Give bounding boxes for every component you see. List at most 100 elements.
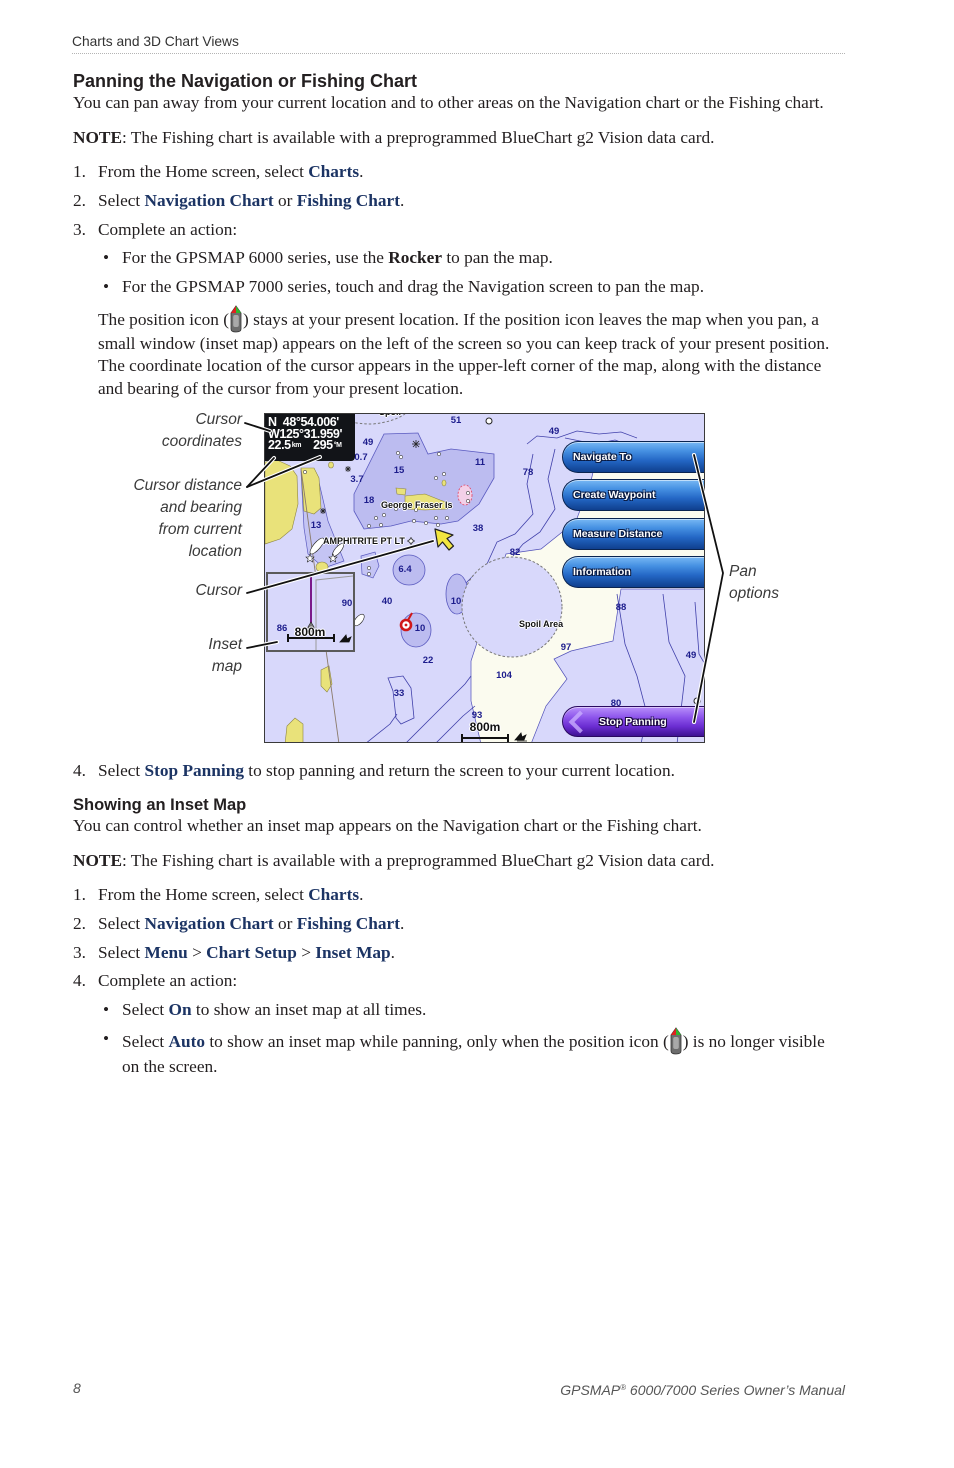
create-waypoint-button[interactable]: Create Waypoint — [562, 479, 704, 511]
rock-dot — [382, 513, 386, 517]
inset-depth-sounding: 86 — [276, 623, 288, 634]
rock-dot — [437, 452, 441, 456]
paragraph-text: The position icon ( — [98, 310, 230, 329]
rock-dot — [436, 523, 440, 527]
button-label: Navigate To — [573, 451, 632, 463]
measure-distance-button[interactable]: Measure Distance — [562, 518, 704, 550]
panning-intro: You can pan away from your current locat… — [73, 93, 824, 112]
note-label: NOTE — [73, 128, 122, 147]
rock-dot — [374, 516, 378, 520]
rock-dot — [399, 455, 403, 459]
bullet-text: to show an inset map while panning, only… — [205, 1032, 669, 1051]
rock-marker-icon — [412, 440, 420, 448]
stop-panning-button[interactable]: Stop Panning — [562, 706, 704, 737]
depth-sounding: 6.4 — [398, 564, 412, 575]
inset-step-4: 4. Complete an action: — [73, 970, 237, 992]
rock-dot — [434, 516, 438, 520]
option-auto: Auto — [168, 1032, 206, 1051]
rock-marker-icon — [345, 466, 351, 472]
step-text: Select — [98, 761, 145, 780]
land-area — [328, 461, 334, 469]
note-text: : The Fishing chart is available with a … — [121, 128, 715, 147]
land-area — [441, 479, 447, 487]
cursor-distance: 22.5 — [268, 438, 291, 452]
depth-sounding: 10 — [450, 596, 462, 607]
inset-step-3: 3. Select Menu > Chart Setup > Inset Map. — [73, 942, 395, 964]
inset-note: NOTE: The Fishing chart is available wit… — [73, 850, 714, 872]
step-text: . — [359, 885, 364, 904]
button-label: Stop Panning — [599, 715, 667, 728]
menu-term-fishing-chart: Fishing Chart — [296, 914, 400, 933]
step-text: Select — [98, 191, 145, 210]
manual-title-text: 6000/7000 Series Owner’s Manual — [626, 1382, 845, 1398]
note-label: NOTE — [73, 851, 122, 870]
panning-step-2: 2. Select Navigation Chart or Fishing Cha… — [73, 190, 404, 212]
step-text: From the Home screen, select — [98, 885, 309, 904]
inset-map[interactable]: 86 90 800m — [266, 572, 355, 652]
bullet-text: For the GPSMAP 6000 series, use the — [122, 248, 389, 267]
step-text: . — [399, 191, 405, 210]
depth-sounding: 88 — [615, 602, 627, 613]
depth-sounding: 3.7 — [350, 474, 364, 485]
step-text: Complete an action: — [98, 220, 238, 239]
running-header: Charts and 3D Chart Views — [72, 34, 239, 49]
information-button[interactable]: Information — [562, 556, 704, 588]
step-text: . — [390, 943, 395, 962]
panning-step-4: 4. Select Stop Panning to stop panning an… — [73, 760, 675, 782]
step-number: 3. — [73, 220, 86, 239]
bullet-text: Select — [122, 1000, 169, 1019]
navigate-to-button[interactable]: Navigate To — [562, 441, 704, 473]
navigation-chart-screenshot: Spoil George Fraser Is AMPHITRITE PT LT … — [264, 413, 705, 743]
cursor-distance-bearing: 22.5km 295°M — [268, 438, 355, 452]
mooring-buoy-icon — [485, 417, 493, 425]
rock-dot — [442, 472, 446, 476]
step-text: . — [359, 162, 364, 181]
step-number: 4. — [73, 761, 86, 780]
menu-term-navigation-chart: Navigation Chart — [144, 191, 274, 210]
step-number: 3. — [73, 943, 86, 962]
callout-cursor: Cursor — [195, 582, 242, 599]
depth-sounding: 11 — [474, 457, 486, 468]
inset-depth-sounding: 90 — [341, 598, 353, 609]
step-text: From the Home screen, select — [98, 162, 309, 181]
rock-dot — [434, 476, 438, 480]
callout-pan-options: Pan options — [729, 563, 779, 602]
map-label-island: George Fraser Is — [381, 500, 453, 510]
inset-scale-label: 800m — [294, 625, 326, 639]
position-icon — [230, 305, 242, 333]
depth-sounding: 97 — [560, 642, 572, 653]
scale-label: 800m — [469, 720, 501, 734]
step-text: > — [296, 943, 316, 962]
option-on: On — [168, 1000, 192, 1019]
menu-term-inset-map: Inset Map — [315, 943, 391, 962]
rock-dot — [445, 516, 449, 520]
bullet-text: to pan the map. — [442, 248, 553, 267]
map-label-spoil-top: Spoil — [379, 414, 401, 417]
menu-term-menu: Menu — [144, 943, 188, 962]
page-number: 8 — [73, 1380, 81, 1396]
manual-brand: GPSMAP — [560, 1382, 621, 1398]
rock-dot — [367, 524, 371, 528]
bullet-text: to show an inset map at all times. — [191, 1000, 427, 1019]
callout-cursor-distance-bearing: Cursor distance and bearing from current… — [133, 477, 242, 560]
depth-sounding: 49 — [362, 437, 374, 448]
depth-sounding: 49 — [685, 650, 697, 661]
depth-sounding: 0.7 — [354, 452, 368, 463]
step-text: Select — [98, 914, 145, 933]
mooring-buoy-icon — [693, 697, 701, 705]
section-title-panning: Panning the Navigation or Fishing Chart — [73, 71, 418, 91]
depth-sounding: 51 — [450, 415, 462, 426]
menu-term-charts: Charts — [308, 162, 360, 181]
bullet-text: For the GPSMAP 7000 series, touch and dr… — [122, 277, 705, 296]
manual-page: Charts and 3D Chart Views Panning the Na… — [0, 0, 954, 1468]
rock-dot — [424, 521, 428, 525]
position-icon — [670, 1027, 682, 1055]
bullet-text: Select — [122, 1032, 169, 1051]
inset-bullet-on: Select On to show an inset map at all ti… — [103, 999, 426, 1021]
menu-term-fishing-chart: Fishing Chart — [296, 191, 400, 210]
depth-sounding: 82 — [509, 547, 521, 558]
step-text: Complete an action: — [98, 971, 238, 990]
panning-bullet-2: For the GPSMAP 7000 series, touch and dr… — [103, 276, 704, 298]
step-text: Select — [98, 943, 145, 962]
position-icon-paragraph: The position icon () stays at your prese… — [98, 305, 838, 400]
